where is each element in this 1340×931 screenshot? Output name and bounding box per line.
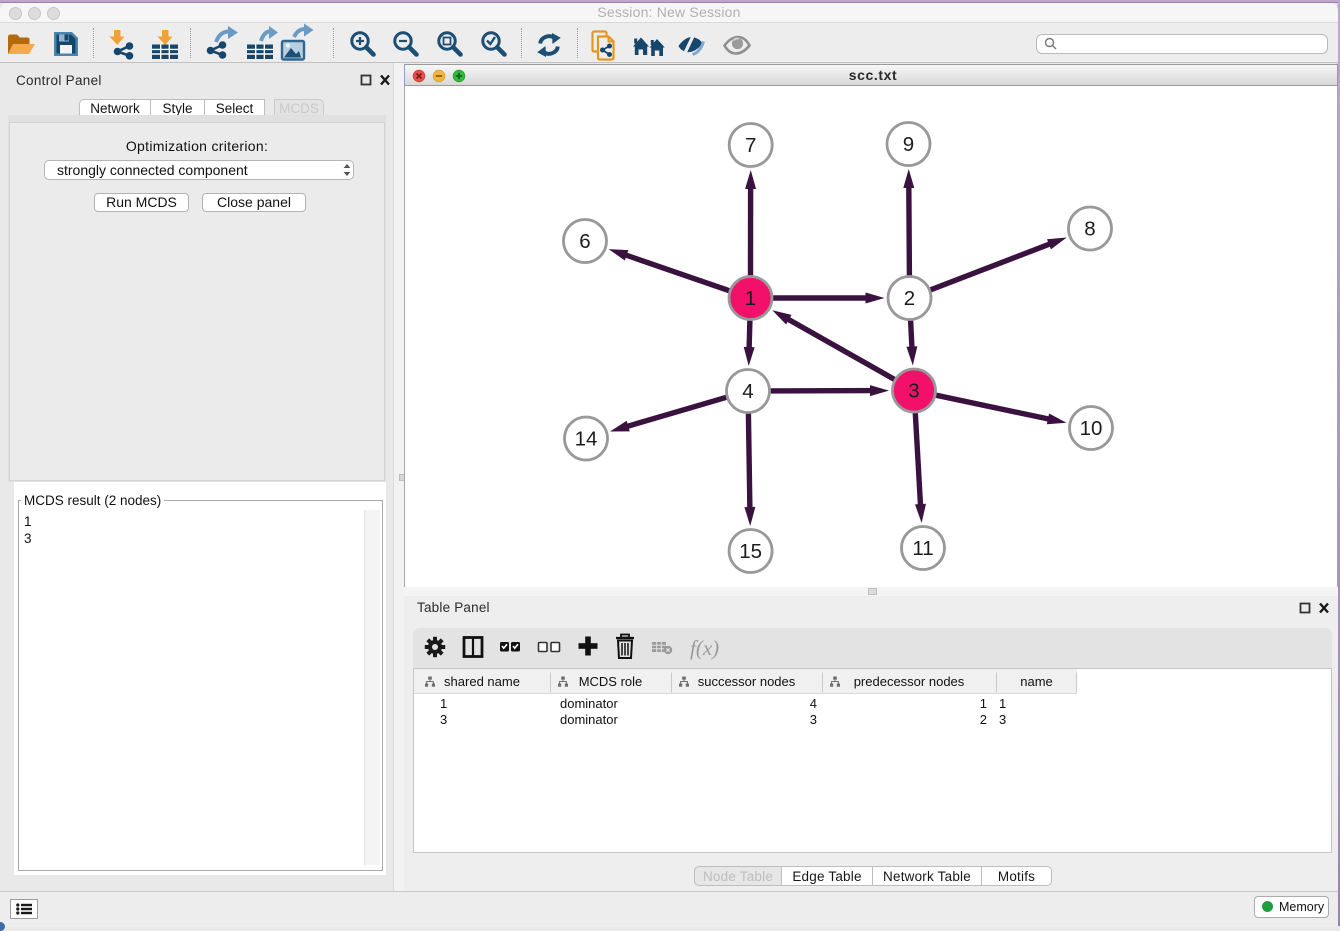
svg-text:8: 8 xyxy=(1084,218,1095,241)
svg-text:f(x): f(x) xyxy=(690,636,719,660)
svg-text:7: 7 xyxy=(745,134,756,157)
svg-text:11: 11 xyxy=(912,537,933,560)
svg-text:1: 1 xyxy=(745,287,756,310)
svg-text:6: 6 xyxy=(579,230,590,253)
svg-text:10: 10 xyxy=(1080,417,1103,440)
svg-text:2: 2 xyxy=(904,287,915,310)
svg-text:9: 9 xyxy=(903,133,914,156)
svg-text:3: 3 xyxy=(908,380,919,403)
svg-text:15: 15 xyxy=(739,540,762,563)
svg-text:14: 14 xyxy=(575,428,598,451)
svg-text:4: 4 xyxy=(742,380,753,403)
